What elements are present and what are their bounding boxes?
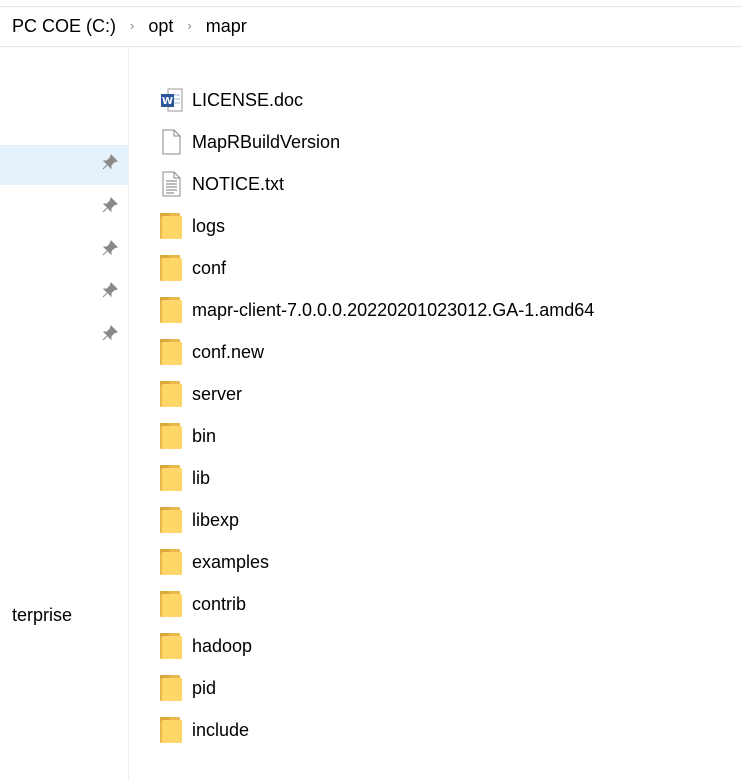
folder-name[interactable]: lib [192, 468, 210, 489]
nav-item-pinned-1[interactable] [0, 145, 128, 185]
folder-row[interactable]: logs [160, 206, 740, 246]
file-name[interactable]: LICENSE.doc [192, 90, 303, 111]
folder-row[interactable]: pid [160, 668, 740, 708]
nav-item-pinned-2[interactable] [0, 188, 128, 228]
folder-icon [160, 717, 182, 743]
folder-name[interactable]: include [192, 720, 249, 741]
folder-icon [160, 213, 182, 239]
folder-icon [160, 423, 182, 449]
file-name[interactable]: NOTICE.txt [192, 174, 284, 195]
pin-icon [102, 282, 118, 298]
folder-name[interactable]: hadoop [192, 636, 252, 657]
breadcrumb-separator-icon[interactable]: › [187, 18, 191, 33]
folder-icon [160, 507, 182, 533]
folder-name[interactable]: libexp [192, 510, 239, 531]
folder-name[interactable]: logs [192, 216, 225, 237]
folder-row[interactable]: include [160, 710, 740, 750]
folder-icon [160, 675, 182, 701]
folder-icon [160, 465, 182, 491]
nav-item-pinned-4[interactable] [0, 273, 128, 313]
folder-row[interactable]: conf [160, 248, 740, 288]
folder-name[interactable]: mapr-client-7.0.0.0.20220201023012.GA-1.… [192, 300, 594, 321]
folder-row[interactable]: conf.new [160, 332, 740, 372]
file-row[interactable]: NOTICE.txt [160, 164, 740, 204]
pin-icon [102, 197, 118, 213]
window-top-border [0, 0, 742, 7]
file-name[interactable]: MapRBuildVersion [192, 132, 340, 153]
folder-icon [160, 633, 182, 659]
folder-name[interactable]: contrib [192, 594, 246, 615]
pin-icon [102, 240, 118, 256]
folder-name[interactable]: pid [192, 678, 216, 699]
svg-text:W: W [162, 96, 173, 107]
folder-row[interactable]: libexp [160, 500, 740, 540]
folder-icon [160, 339, 182, 365]
word-document-icon: W [160, 85, 188, 115]
text-file-icon [160, 169, 188, 199]
blank-file-icon [160, 127, 188, 157]
folder-row[interactable]: bin [160, 416, 740, 456]
folder-name[interactable]: bin [192, 426, 216, 447]
nav-item-partial-label[interactable]: terprise [12, 605, 72, 626]
folder-row[interactable]: hadoop [160, 626, 740, 666]
folder-row[interactable]: lib [160, 458, 740, 498]
folder-name[interactable]: conf.new [192, 342, 264, 363]
folder-row[interactable]: mapr-client-7.0.0.0.20220201023012.GA-1.… [160, 290, 740, 330]
folder-row[interactable]: examples [160, 542, 740, 582]
breadcrumb-item-opt[interactable]: opt [148, 16, 173, 37]
folder-icon [160, 297, 182, 323]
folder-name[interactable]: server [192, 384, 242, 405]
folder-icon [160, 591, 182, 617]
folder-row[interactable]: contrib [160, 584, 740, 624]
address-bar-breadcrumb[interactable]: PC COE (C:) › opt › mapr [0, 7, 742, 47]
pin-icon [102, 325, 118, 341]
folder-name[interactable]: conf [192, 258, 226, 279]
breadcrumb-separator-icon[interactable]: › [130, 18, 134, 33]
breadcrumb-item-drive[interactable]: PC COE (C:) [12, 16, 116, 37]
navigation-pane[interactable]: terprise [0, 48, 129, 781]
folder-icon [160, 381, 182, 407]
nav-item-pinned-5[interactable] [0, 316, 128, 356]
folder-name[interactable]: examples [192, 552, 269, 573]
folder-row[interactable]: server [160, 374, 740, 414]
breadcrumb-item-mapr[interactable]: mapr [206, 16, 247, 37]
pin-icon [102, 154, 118, 170]
folder-icon [160, 255, 182, 281]
file-row[interactable]: MapRBuildVersion [160, 122, 740, 162]
folder-icon [160, 549, 182, 575]
nav-item-pinned-3[interactable] [0, 231, 128, 271]
file-row[interactable]: W LICENSE.doc [160, 80, 740, 120]
